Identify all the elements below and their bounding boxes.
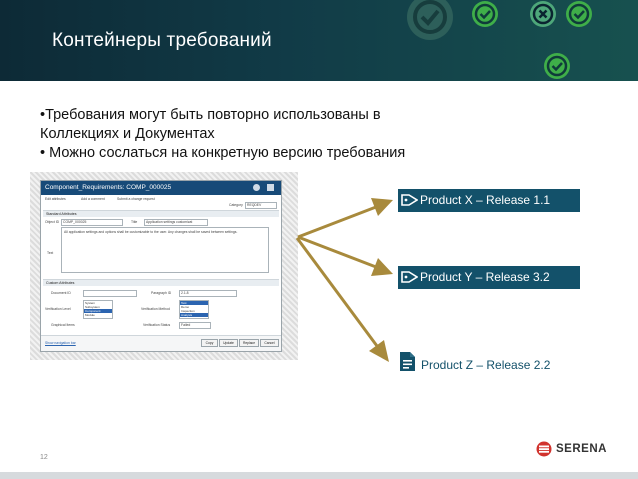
arrow-to-product-z: [295, 237, 389, 362]
serena-logo-text: SERENA: [556, 443, 607, 455]
serena-logo-icon: [536, 441, 552, 457]
tag-icon: [401, 194, 418, 206]
product-y-tag[interactable]: Product Y – Release 3.2: [398, 266, 580, 289]
product-y-label: Product Y – Release 3.2: [420, 270, 550, 284]
arrow-to-product-x: [297, 198, 393, 239]
footer-bar: [0, 472, 638, 479]
product-x-label: Product X – Release 1.1: [420, 193, 551, 207]
page-number: 12: [40, 454, 48, 461]
product-x-tag[interactable]: Product X – Release 1.1: [398, 189, 580, 212]
tag-icon: [401, 271, 418, 283]
arrow-connectors: [295, 198, 393, 362]
document-icon: [400, 352, 415, 371]
product-z-label[interactable]: Product Z – Release 2.2: [421, 358, 550, 372]
